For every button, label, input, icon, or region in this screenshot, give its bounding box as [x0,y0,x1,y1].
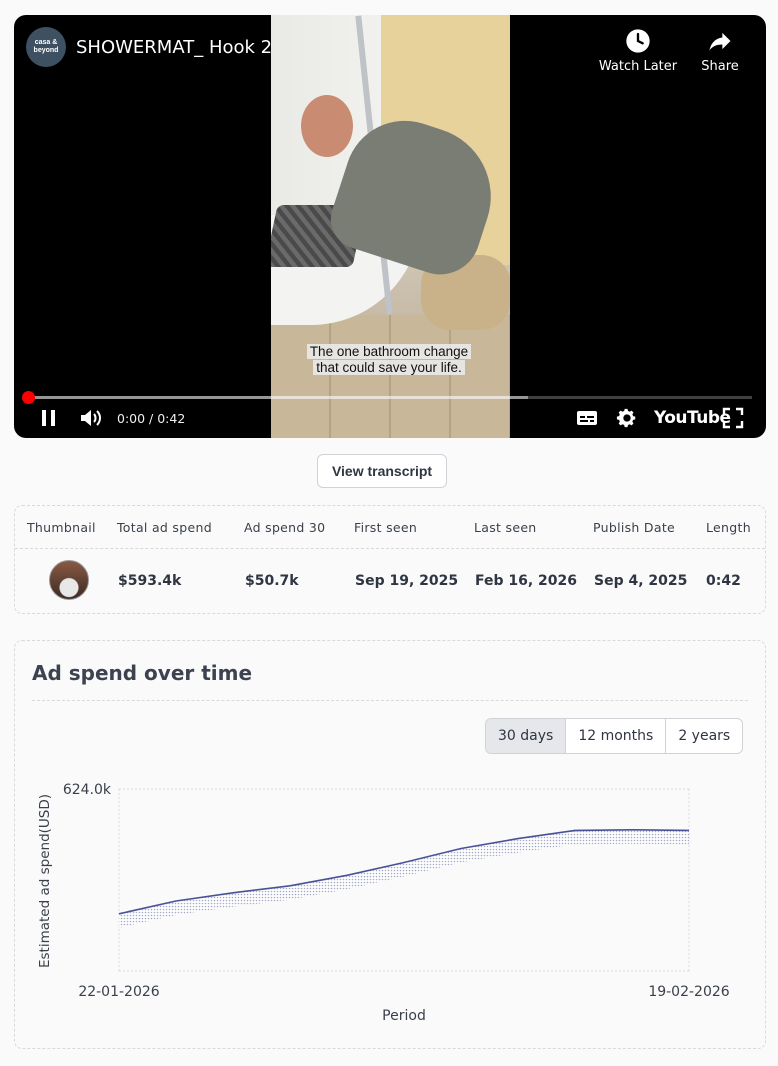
progress-bar[interactable] [28,396,752,399]
ad-spend-30-value: $50.7k [245,573,299,589]
video-scene-floor [271,315,510,438]
gear-icon [616,408,636,428]
ad-thumbnail[interactable] [49,560,89,600]
share-button[interactable]: Share [680,27,760,74]
volume-button[interactable] [78,405,104,431]
column-header-first-seen: First seen [354,520,418,535]
x-axis-tick-label-end: 19-02-2026 [648,984,729,1000]
subtitles-button[interactable] [576,405,598,431]
watch-later-label: Watch Later [598,59,678,74]
video-caption-line-2: that could save your life. [313,360,465,375]
share-label: Share [701,59,739,74]
video-title[interactable]: SHOWERMAT_ Hook 2 [76,37,272,58]
clock-icon [598,27,678,55]
column-header-last-seen: Last seen [474,520,537,535]
ad-stats-table: Thumbnail Total ad spend Ad spend 30 Fir… [14,505,766,614]
youtube-logo[interactable]: YouTube [654,408,731,428]
length-value: 0:42 [706,573,741,589]
y-axis-tick-label: 624.0k [63,782,112,798]
chart-series [118,828,690,928]
view-transcript-button[interactable]: View transcript [317,454,447,488]
video-scene-person-head [301,95,353,157]
last-seen-value: Feb 16, 2026 [475,573,578,589]
video-caption-line-1: The one bathroom change [306,344,472,359]
publish-date-value: Sep 4, 2025 [594,573,688,589]
share-icon [680,27,760,55]
chart-grid [118,788,690,972]
fullscreen-button[interactable] [722,405,744,431]
first-seen-value: Sep 19, 2025 [355,573,459,589]
volume-icon [81,410,101,426]
ad-spend-chart: 624.0k 22-01-2026 19-02-2026 Period Esti… [37,782,730,1024]
total-ad-spend-value: $593.4k [118,573,182,589]
pause-icon [42,410,55,426]
pause-button[interactable] [38,405,60,431]
y-axis-label: Estimated ad spend(USD) [37,794,53,968]
series-area-fill [119,829,689,928]
subtitles-icon [577,411,597,425]
watch-later-button[interactable]: Watch Later [598,27,678,74]
time-display: 0:00 / 0:42 [117,411,186,426]
video-caption: The one bathroom change that could save … [296,344,482,376]
column-header-ad-spend-30: Ad spend 30 [244,520,326,535]
progress-buffer [28,396,528,399]
ad-spend-chart-card: Ad spend over time 30 days 12 months 2 y… [14,640,766,1049]
settings-button[interactable] [616,405,638,431]
video-player[interactable]: The one bathroom change that could save … [14,15,766,438]
column-header-total-ad-spend: Total ad spend [117,520,212,535]
channel-avatar[interactable]: casa & beyond [26,27,66,67]
x-axis-label: Period [382,1008,426,1024]
column-header-thumbnail: Thumbnail [27,520,96,535]
fullscreen-icon [722,407,744,429]
column-header-length: Length [706,520,751,535]
column-header-publish-date: Publish Date [593,520,676,535]
progress-scrubber[interactable] [22,391,35,404]
table-divider [15,548,765,549]
x-axis-tick-label-start: 22-01-2026 [78,984,159,1000]
